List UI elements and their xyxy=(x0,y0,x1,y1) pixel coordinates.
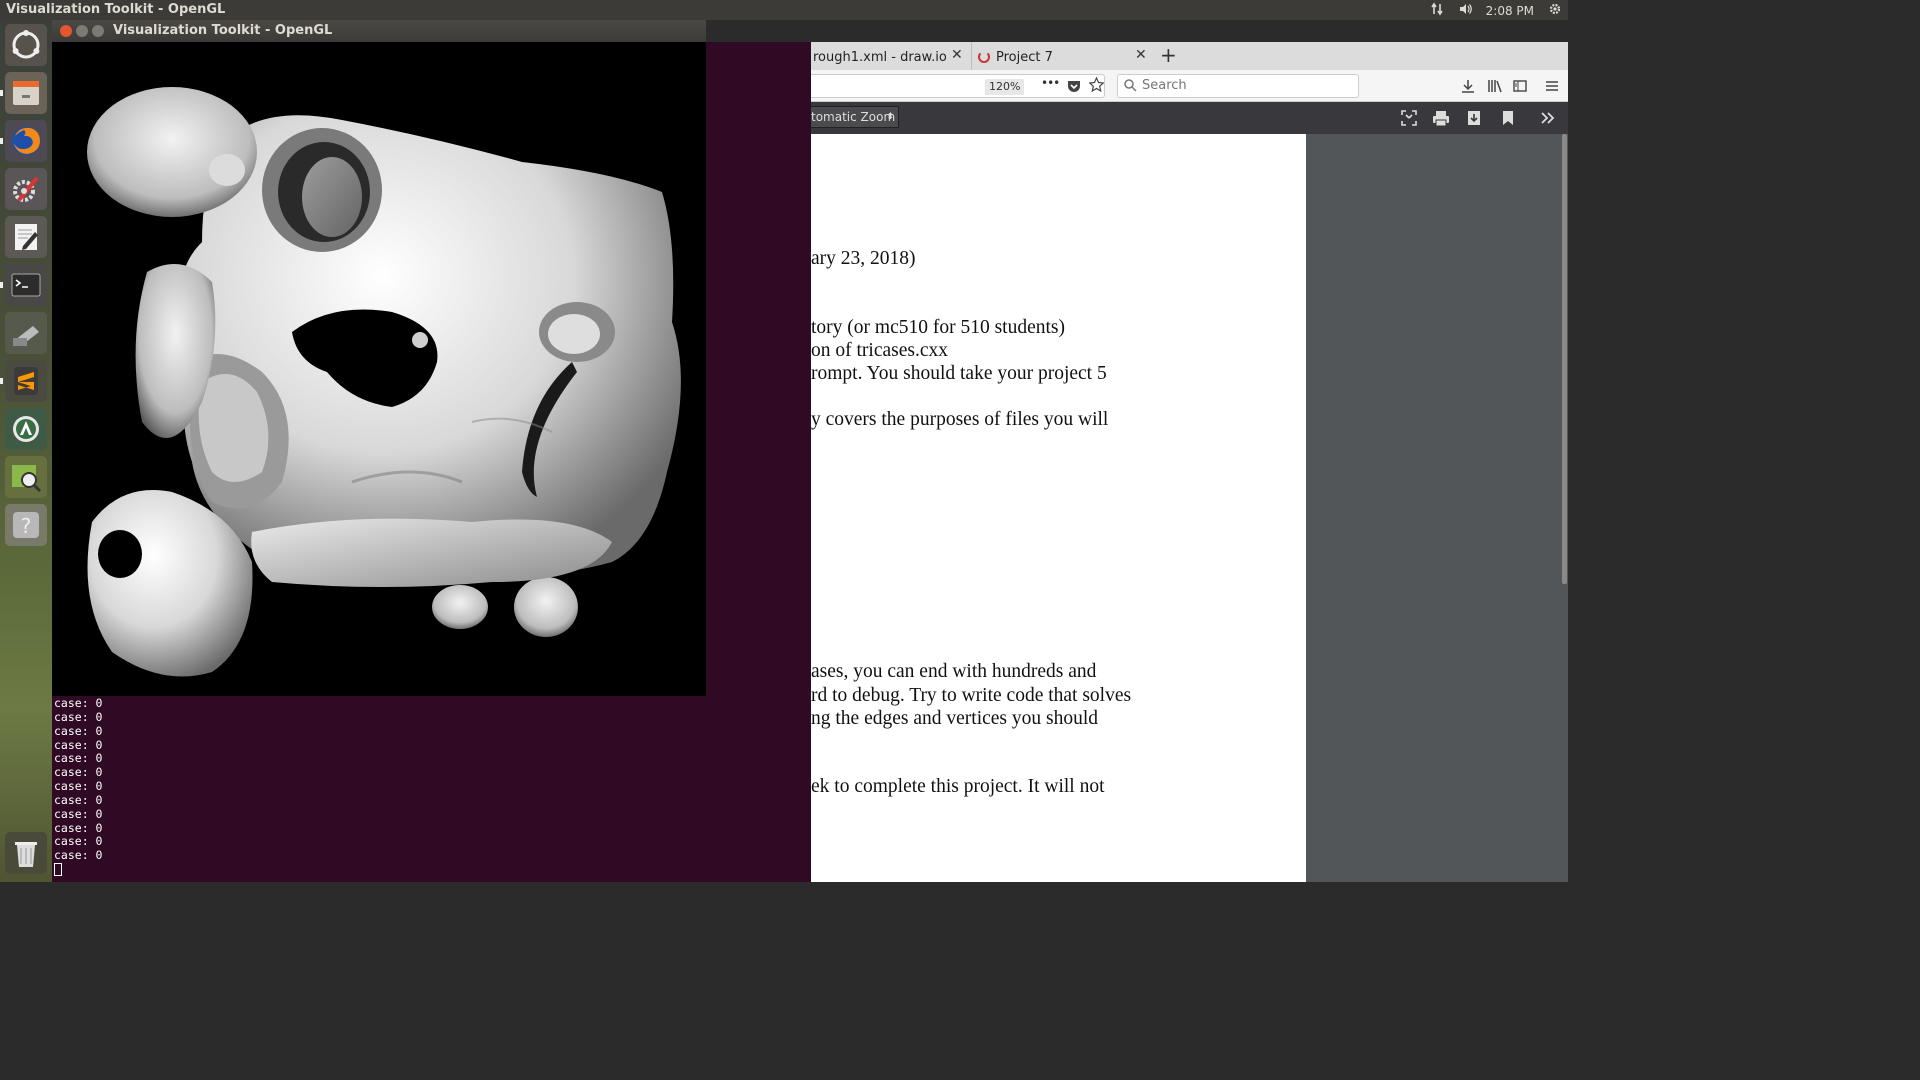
close-icon[interactable]: ✕ xyxy=(951,47,963,63)
firefox-icon[interactable] xyxy=(5,120,47,162)
pocket-icon[interactable] xyxy=(1067,78,1081,97)
software-updater-icon[interactable] xyxy=(5,408,47,450)
opengl-render-view[interactable] xyxy=(52,42,706,696)
search-icon xyxy=(1124,79,1137,96)
page-text-line: rd to debug. Try to write code that solv… xyxy=(811,685,1132,706)
volume-icon[interactable] xyxy=(1458,2,1472,19)
print-icon[interactable] xyxy=(1432,109,1450,127)
menu-icon[interactable] xyxy=(1545,78,1559,97)
bookmark-icon[interactable] xyxy=(1499,109,1517,127)
image-viewer-icon[interactable] xyxy=(5,456,47,498)
close-icon[interactable]: ✕ xyxy=(1135,47,1147,63)
trash-icon[interactable] xyxy=(5,832,47,874)
help-icon[interactable]: ? xyxy=(5,504,47,546)
launcher: ? xyxy=(0,20,52,882)
terminal-line: case: 0 xyxy=(54,820,103,835)
terminal-line: case: 0 xyxy=(54,779,103,794)
minimize-window-button[interactable] xyxy=(76,25,88,37)
pdf-scrollbar[interactable] xyxy=(1560,134,1568,882)
running-indicator xyxy=(0,282,3,288)
top-panel-indicators: 2:08 PM xyxy=(1430,2,1562,19)
terminal-prompt[interactable] xyxy=(54,863,102,877)
running-indicator xyxy=(0,138,3,144)
page-text-line: ng the edges and vertices you should xyxy=(811,708,1099,729)
zoom-select[interactable]: tomatic Zoom ⬍ xyxy=(811,106,899,128)
url-bar[interactable]: 120% xyxy=(811,74,1105,98)
running-indicator xyxy=(0,90,3,96)
tab-drawio[interactable]: rough1.xml - draw.io xyxy=(813,44,947,70)
sublime-text-icon[interactable] xyxy=(5,360,47,402)
settings-gear-icon[interactable] xyxy=(1548,2,1562,19)
window-title: Visualization Toolkit - OpenGL xyxy=(113,23,333,38)
files-icon[interactable] xyxy=(5,72,47,114)
library-icon[interactable] xyxy=(1487,78,1502,97)
page-text-line: rompt. You should take your project 5 xyxy=(811,363,1107,384)
close-window-button[interactable] xyxy=(60,25,72,37)
terminal-line: case: 0 xyxy=(54,765,103,780)
nav-bar: 120% ••• xyxy=(811,70,1568,102)
isosurface-render xyxy=(87,87,681,677)
tab-label: rough1.xml - draw.io xyxy=(813,49,947,65)
top-panel: Visualization Toolkit - OpenGL 2:08 PM xyxy=(0,0,1568,20)
page-actions-button[interactable]: ••• xyxy=(1041,76,1060,90)
scanner-icon[interactable] xyxy=(5,312,47,354)
select-arrow-icon: ⬍ xyxy=(886,112,894,122)
terminal-line: case: 0 xyxy=(54,696,103,710)
firefox-window: rough1.xml - draw.io ✕ Project 7 ✕ + 120… xyxy=(811,42,1568,882)
network-icon[interactable] xyxy=(1430,2,1444,19)
zoom-select-value: tomatic Zoom xyxy=(811,110,896,124)
tab-project-7[interactable]: Project 7 xyxy=(978,44,1138,70)
zoom-indicator[interactable]: 120% xyxy=(985,79,1025,95)
page-text-line: y covers the purposes of files you will xyxy=(811,409,1109,430)
terminal-icon[interactable] xyxy=(5,264,47,306)
tab-label: Project 7 xyxy=(996,49,1053,65)
running-indicator xyxy=(0,378,3,384)
vtk-titlebar[interactable]: Visualization Toolkit - OpenGL xyxy=(52,20,706,42)
system-settings-icon[interactable] xyxy=(5,168,47,210)
page-text-line: on of tricases.cxx xyxy=(811,340,948,361)
tab-divider xyxy=(971,42,972,70)
pdf-toolbar: tomatic Zoom ⬍ xyxy=(811,102,1568,134)
search-input[interactable] xyxy=(1142,78,1342,93)
terminal-line: case: 0 xyxy=(54,737,103,752)
page-text-line: ary 23, 2018) xyxy=(811,248,916,269)
pdf-page: ary 23, 2018) tory (or mc510 for 510 stu… xyxy=(811,134,1306,882)
pdf-viewer: ary 23, 2018) tory (or mc510 for 510 stu… xyxy=(811,134,1568,882)
page-text-line: ek to complete this project. It will not xyxy=(811,776,1105,797)
search-bar[interactable] xyxy=(1117,74,1359,98)
new-tab-button[interactable]: + xyxy=(1160,43,1177,67)
active-app-title: Visualization Toolkit - OpenGL xyxy=(6,2,226,17)
terminal-line: case: 0 xyxy=(54,709,103,724)
download-icon[interactable] xyxy=(1461,78,1475,97)
terminal-line: case: 0 xyxy=(54,834,103,849)
terminal-line: case: 0 xyxy=(54,792,103,807)
presentation-mode-icon[interactable] xyxy=(1400,109,1418,127)
terminal-line: case: 0 xyxy=(54,848,103,863)
bookmark-star-icon[interactable] xyxy=(1088,76,1105,96)
terminal-cursor xyxy=(54,863,62,877)
ubuntu-dash-icon[interactable] xyxy=(5,24,47,66)
terminal-output: case: 0 case: 0 case: 0 case: 0 case: 0 case:… xyxy=(54,696,103,877)
text-editor-icon[interactable] xyxy=(5,216,47,258)
page-text-line: tory (or mc510 for 510 students) xyxy=(811,317,1065,338)
vtk-window[interactable]: Visualization Toolkit - OpenGL xyxy=(52,20,706,696)
svg-text:?: ? xyxy=(21,514,32,538)
tab-strip: rough1.xml - draw.io ✕ Project 7 ✕ + xyxy=(811,42,1568,70)
loading-icon xyxy=(978,51,990,63)
terminal-line: case: 0 xyxy=(54,751,103,766)
maximize-window-button[interactable] xyxy=(92,25,104,37)
save-icon[interactable] xyxy=(1465,109,1483,127)
terminal-line: case: 0 xyxy=(54,723,103,738)
tools-chevron-icon[interactable] xyxy=(1539,109,1557,127)
sidebar-icon[interactable] xyxy=(1513,78,1527,97)
clock[interactable]: 2:08 PM xyxy=(1486,4,1534,18)
scrollbar-thumb[interactable] xyxy=(1562,134,1567,584)
terminal-line: case: 0 xyxy=(54,806,103,821)
page-text-line: ases, you can end with hundreds and xyxy=(811,661,1097,682)
